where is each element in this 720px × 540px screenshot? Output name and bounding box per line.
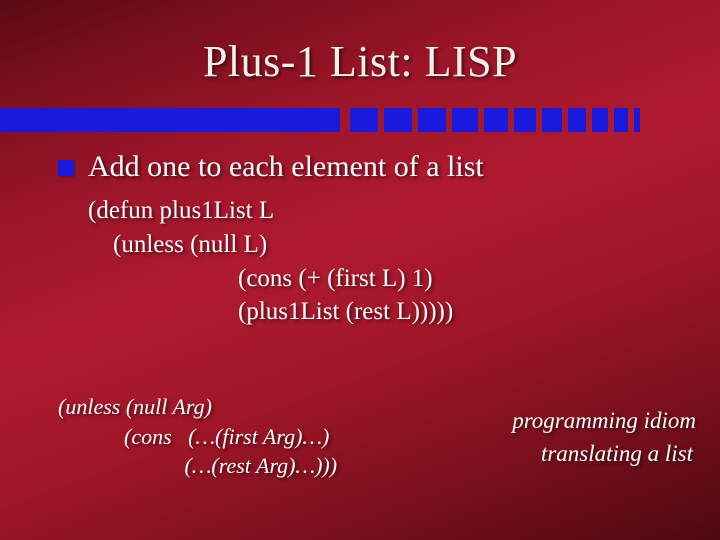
bottom-row: (unless (null Arg) (cons (…(first Arg)…)… (58, 392, 696, 481)
square-bullet-icon (58, 160, 74, 176)
bullet-row: Add one to each element of a list (58, 150, 690, 184)
divider-tick (568, 108, 586, 132)
divider-tick (384, 108, 412, 132)
divider-bar-solid (0, 108, 340, 132)
idiom-code: (unless (null Arg) (cons (…(first Arg)…)… (58, 392, 337, 481)
divider-bar (0, 108, 720, 132)
content-area: Add one to each element of a list (defun… (58, 150, 690, 329)
divider-tick (452, 108, 478, 132)
divider-tick (542, 108, 562, 132)
idiom-label: programming idiom translating a list (512, 404, 696, 471)
divider-tick (418, 108, 446, 132)
bullet-text: Add one to each element of a list (88, 150, 484, 184)
code-block: (defun plus1List L (unless (null L) (con… (88, 194, 690, 329)
divider-tick (634, 108, 640, 132)
divider-tick (614, 108, 628, 132)
divider-bar-ticks (350, 108, 640, 132)
divider-tick (514, 108, 536, 132)
slide-title: Plus-1 List: LISP (203, 36, 517, 87)
slide: Plus-1 List: LISP Add one to each elemen… (0, 0, 720, 540)
divider-tick (350, 108, 378, 132)
divider-tick (592, 108, 608, 132)
divider-tick (484, 108, 508, 132)
title-wrap: Plus-1 List: LISP (0, 0, 720, 87)
